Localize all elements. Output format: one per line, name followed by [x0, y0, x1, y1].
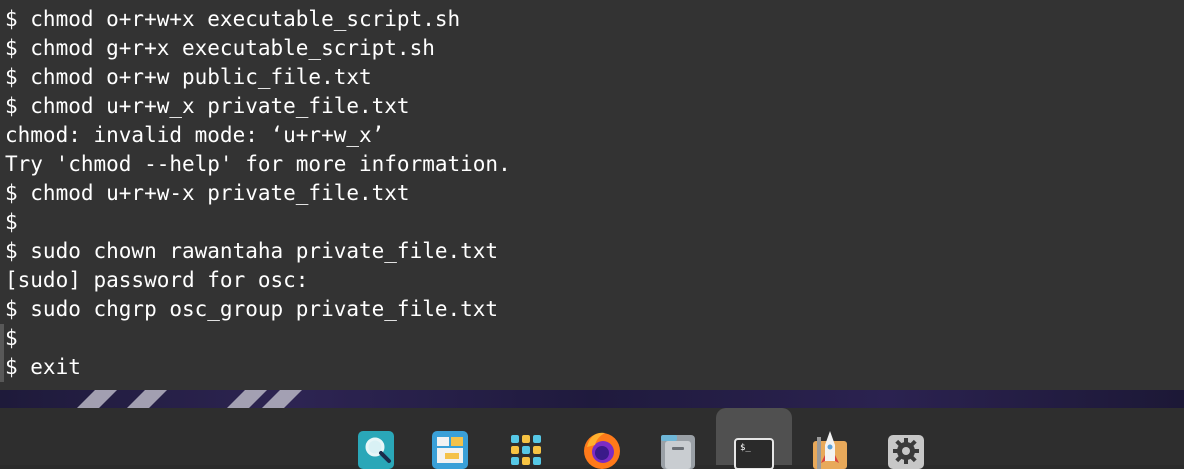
desktop-wallpaper — [0, 390, 1184, 410]
dock-item-search[interactable] — [338, 408, 414, 469]
folder-icon — [661, 435, 695, 469]
terminal-line: $ chmod u+r+w-x private_file.txt — [5, 181, 410, 205]
dock: $_ — [0, 408, 1184, 469]
dock-item-builder[interactable] — [792, 408, 868, 469]
scroll-indicator — [0, 324, 4, 382]
terminal-line: $ chmod u+r+w_x private_file.txt — [5, 94, 410, 118]
terminal-line: $ sudo chgrp osc_group private_file.txt — [5, 297, 499, 321]
firefox-icon — [584, 432, 620, 469]
app-grid-icon — [511, 435, 541, 465]
terminal-window[interactable]: $ chmod o+r+w+x executable_script.sh $ c… — [0, 0, 1184, 390]
dock-item-files-manager[interactable] — [412, 408, 488, 469]
dock-item-terminal[interactable]: $_ — [716, 408, 792, 469]
terminal-line: Try 'chmod --help' for more information. — [5, 152, 511, 176]
terminal-line: $ chmod o+r+w+x executable_script.sh — [5, 7, 461, 31]
svg-text:$_: $_ — [740, 443, 751, 453]
terminal-line: $ — [5, 326, 18, 350]
window-manager-icon — [432, 431, 468, 469]
terminal-icon: $_ — [734, 438, 774, 469]
dock-item-files[interactable] — [640, 408, 716, 469]
terminal-line: $ exit — [5, 355, 81, 379]
terminal-output: $ chmod o+r+w+x executable_script.sh $ c… — [5, 5, 1177, 382]
rocket-icon — [813, 431, 847, 469]
terminal-line: $ — [5, 210, 18, 234]
dock-item-settings[interactable] — [868, 408, 944, 469]
terminal-line: $ sudo chown rawantaha private_file.txt — [5, 239, 499, 263]
magnifier-icon — [358, 431, 394, 469]
terminal-line: $ chmod o+r+w public_file.txt — [5, 65, 372, 89]
terminal-line: $ chmod g+r+x executable_script.sh — [5, 36, 435, 60]
terminal-line: [sudo] password for osc: — [5, 268, 309, 292]
dock-item-firefox[interactable] — [564, 408, 640, 469]
terminal-line: chmod: invalid mode: ‘u+r+w_x’ — [5, 123, 385, 147]
dock-item-app-grid[interactable] — [488, 408, 564, 465]
gear-icon — [888, 435, 924, 469]
